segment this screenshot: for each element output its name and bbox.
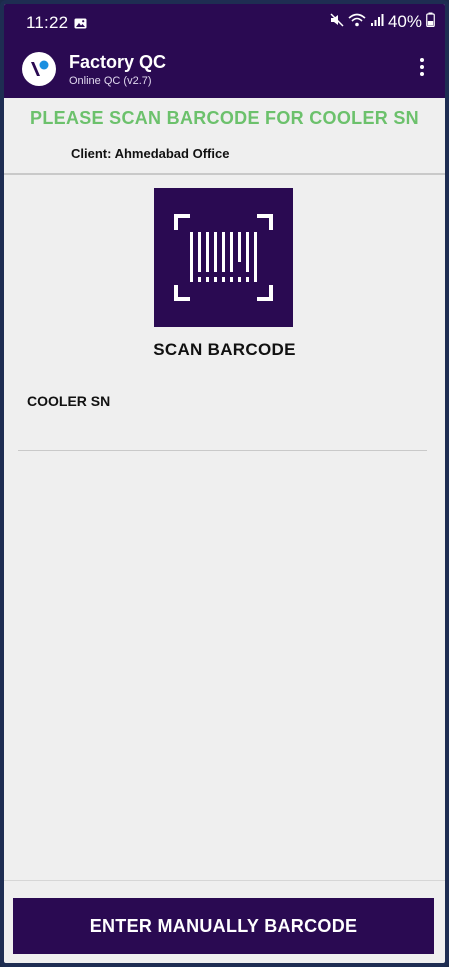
enter-manually-button[interactable]: ENTER MANUALLY BARCODE — [13, 898, 434, 954]
app-screen: 11:22 40% Factory QC Online QC (v2.7) PL… — [0, 0, 449, 967]
footer-divider — [4, 880, 445, 881]
status-time: 11:22 — [26, 13, 69, 32]
cooler-sn-label: COOLER SN — [27, 393, 111, 409]
app-logo-icon — [22, 52, 56, 86]
barcode-scan-icon — [174, 214, 273, 301]
image-icon — [74, 16, 87, 29]
scan-barcode-label[interactable]: SCAN BARCODE — [4, 340, 445, 360]
scan-instruction: PLEASE SCAN BARCODE FOR COOLER SN — [30, 108, 419, 128]
signal-icon — [370, 13, 384, 32]
divider — [4, 173, 445, 175]
battery-icon — [426, 12, 435, 32]
more-vert-icon[interactable] — [419, 58, 425, 80]
app-title: Factory QC — [69, 52, 167, 72]
mute-icon — [330, 12, 344, 32]
barcode-scan-button[interactable] — [154, 188, 293, 327]
wifi-icon — [348, 13, 366, 32]
client-name: Client: Ahmedabad Office — [71, 146, 230, 161]
app-bar: Factory QC Online QC (v2.7) — [4, 40, 445, 98]
battery-text: 40% — [387, 12, 422, 31]
status-icons: 40% — [330, 12, 435, 32]
app-subtitle: Online QC (v2.7) — [69, 75, 152, 87]
cooler-sn-field[interactable] — [18, 450, 427, 451]
status-bar: 11:22 40% — [4, 4, 445, 40]
